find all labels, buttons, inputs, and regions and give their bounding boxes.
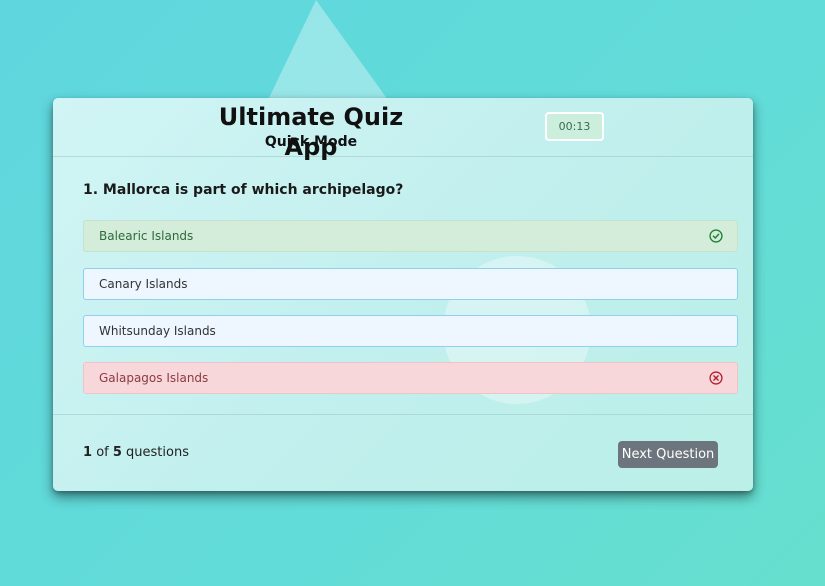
answer-option-4[interactable]: Galapagos Islands xyxy=(83,362,738,394)
background-light-triangle xyxy=(268,0,388,100)
answer-label: Canary Islands xyxy=(99,277,188,291)
answer-label: Whitsunday Islands xyxy=(99,324,216,338)
x-circle-icon xyxy=(709,371,723,385)
question-text: 1. Mallorca is part of which archipelago… xyxy=(83,182,404,198)
app-title: Ultimate Quiz App xyxy=(218,103,404,161)
card-header: Ultimate Quiz App Quick Mode 00:13 xyxy=(53,98,753,161)
progress-of-text: of xyxy=(96,445,109,460)
answer-option-3[interactable]: Whitsunday Islands xyxy=(83,315,738,347)
timer-badge: 00:13 xyxy=(545,112,604,141)
answer-label: Balearic Islands xyxy=(99,229,194,243)
answer-label: Galapagos Islands xyxy=(99,371,209,385)
progress-suffix: questions xyxy=(126,445,189,460)
check-circle-icon xyxy=(709,229,723,243)
app-subtitle: Quick Mode xyxy=(264,134,358,150)
quiz-card: Ultimate Quiz App Quick Mode 00:13 1. Ma… xyxy=(53,98,753,491)
answer-option-1[interactable]: Balearic Islands xyxy=(83,220,738,252)
total-questions-number: 5 xyxy=(112,445,122,460)
card-footer: 1 of 5 questions Next Question xyxy=(53,414,753,491)
question-progress: 1 of 5 questions xyxy=(83,445,189,460)
next-question-button[interactable]: Next Question xyxy=(618,441,718,468)
answer-option-2[interactable]: Canary Islands xyxy=(83,268,738,300)
current-question-number: 1 xyxy=(83,445,93,460)
